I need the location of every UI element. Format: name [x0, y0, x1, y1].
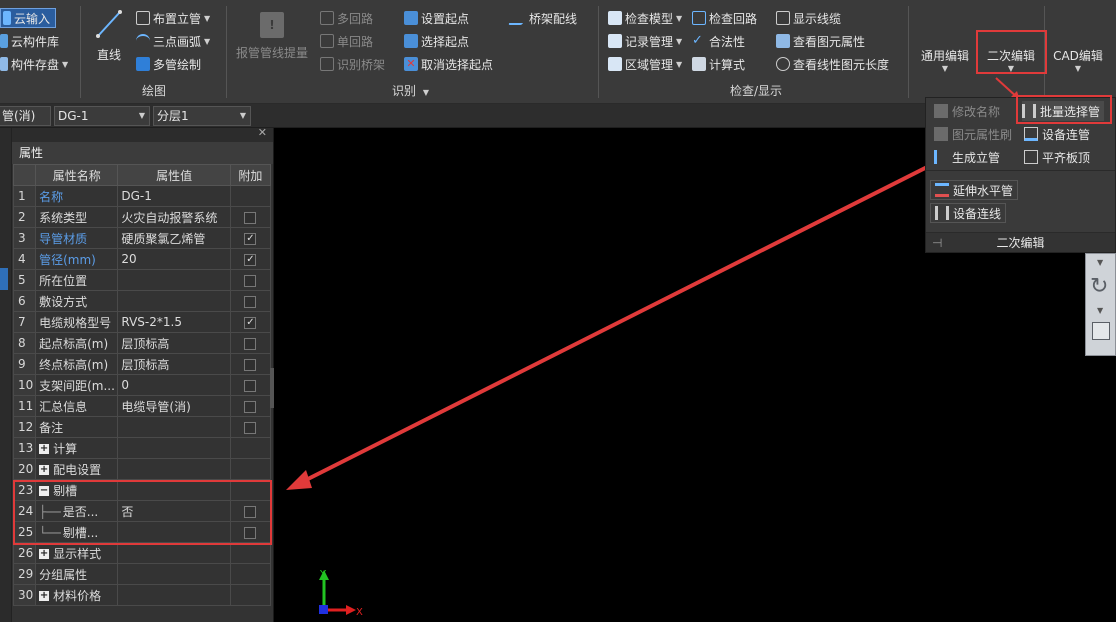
equipment-wiring-item[interactable]: 设备连线	[930, 203, 1007, 223]
coordinate-axes: Y X	[319, 569, 363, 618]
dropdown-footer-label: 二次编辑	[996, 236, 1045, 250]
property-brush-item[interactable]: 图元属性刷	[934, 124, 1012, 144]
equipment-pipe-item[interactable]: 设备连管	[1024, 124, 1090, 144]
extend-horizontal-item[interactable]: 延伸水平管	[930, 180, 1019, 200]
secondary-edit-dropdown: 修改名称 批量选择管 图元属性刷 设备连管 生成立管 平齐板顶 延伸水平管 设备…	[925, 97, 1116, 253]
property-brush-label: 图元属性刷	[952, 127, 1013, 142]
generate-riser-item[interactable]: 生成立管	[934, 147, 1000, 167]
flush-top-icon	[1024, 150, 1038, 164]
dropdown-footer: ⊣ 二次编辑	[926, 232, 1115, 252]
modify-name-label: 修改名称	[952, 104, 1001, 119]
grid-view-icon[interactable]	[1092, 322, 1110, 340]
batch-select-label: 批量选择管	[1040, 104, 1101, 119]
equipment-wire-icon	[935, 206, 949, 220]
y-axis-label: Y	[319, 569, 327, 580]
modify-name-icon	[934, 104, 948, 118]
batch-select-pipe-item[interactable]: 批量选择管	[1022, 101, 1105, 121]
generate-riser-label: 生成立管	[952, 150, 1001, 165]
dropdown-divider	[926, 170, 1115, 171]
x-axis-label: X	[356, 607, 363, 618]
flush-slab-top-item[interactable]: 平齐板顶	[1024, 147, 1090, 167]
extend-pipe-icon	[935, 183, 949, 197]
equipment-pipe-icon	[1024, 127, 1038, 141]
chevron-down-icon[interactable]: ▼	[1097, 258, 1103, 267]
extend-horizontal-label: 延伸水平管	[953, 183, 1014, 198]
batch-select-icon	[1022, 104, 1036, 118]
brush-icon	[934, 127, 948, 141]
annotation-arrow	[286, 77, 1020, 490]
view-control-widget: ▼ ↻ ▼	[1085, 253, 1116, 356]
flush-slab-top-label: 平齐板顶	[1042, 150, 1091, 165]
pin-icon[interactable]: ⊣	[932, 233, 942, 253]
modify-name-item[interactable]: 修改名称	[934, 101, 1000, 121]
equipment-pipe-label: 设备连管	[1042, 127, 1091, 142]
chevron-down-icon[interactable]: ▼	[1097, 306, 1103, 315]
riser-icon	[934, 150, 948, 164]
rotate-icon[interactable]: ↻	[1090, 274, 1108, 299]
equipment-wiring-label: 设备连线	[953, 206, 1002, 221]
